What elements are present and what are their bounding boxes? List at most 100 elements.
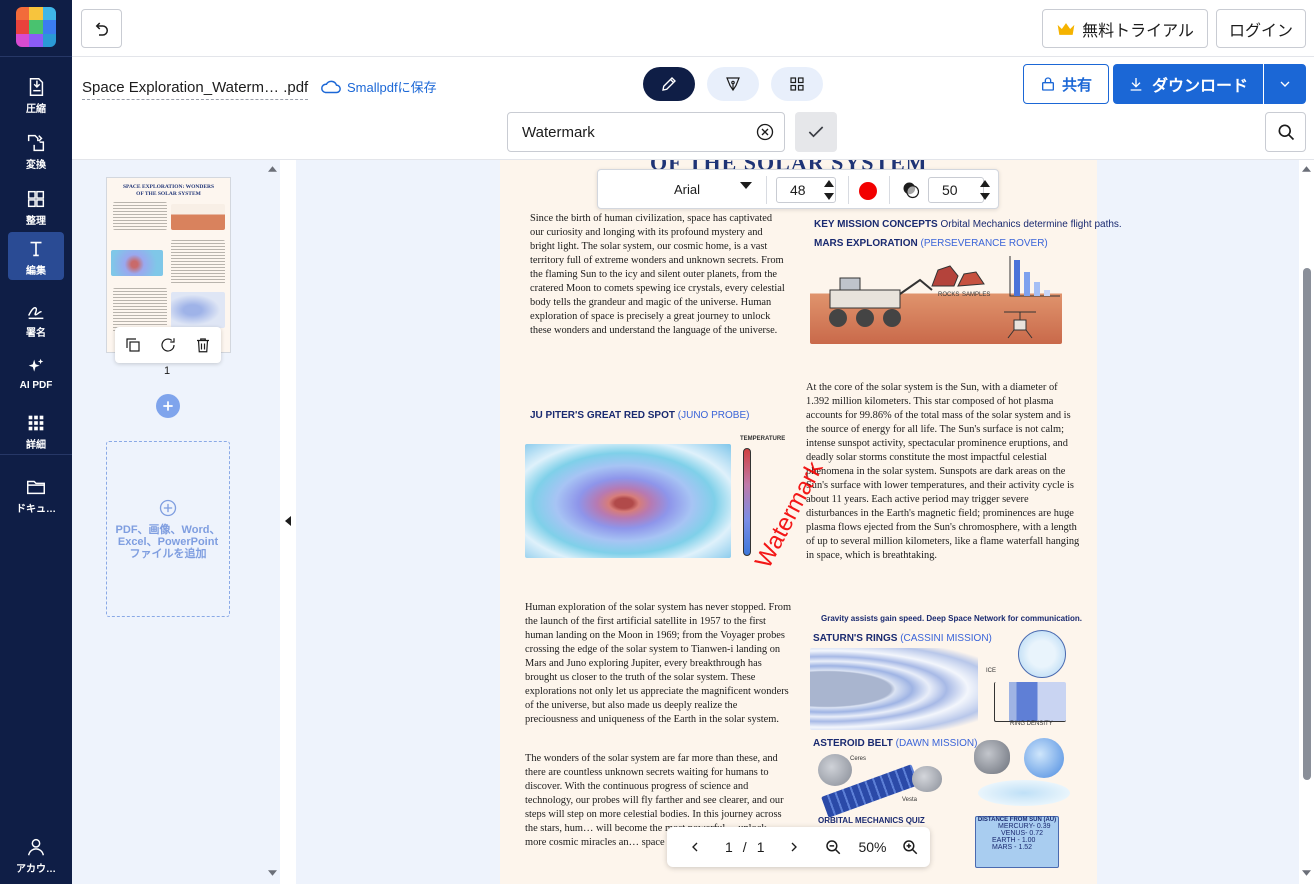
zoom-level[interactable]: 50% xyxy=(858,839,886,855)
nav-item-more[interactable]: 詳細 xyxy=(8,406,64,454)
add-page-button[interactable] xyxy=(156,394,180,418)
nav-item-edit[interactable]: 編集 xyxy=(8,232,64,280)
trash-icon[interactable] xyxy=(194,336,212,354)
collapse-left-icon xyxy=(285,516,291,526)
heading-saturn-text: SATURN'S RINGS xyxy=(813,633,898,644)
page-navigator: 1 / 1 50% xyxy=(667,827,930,867)
rail-divider xyxy=(0,454,72,455)
duplicate-icon[interactable] xyxy=(124,336,142,354)
chevron-left-icon[interactable] xyxy=(687,839,703,855)
confirm-watermark-button[interactable] xyxy=(795,112,837,152)
caret-down-icon[interactable] xyxy=(740,182,752,190)
size-stepper-icon[interactable] xyxy=(824,179,834,201)
share-button[interactable]: 共有 xyxy=(1023,64,1109,104)
current-page[interactable]: 1 xyxy=(725,839,733,855)
edit-icon xyxy=(30,241,42,257)
download-button[interactable]: ダウンロード xyxy=(1113,64,1263,104)
zoom-out-icon[interactable] xyxy=(824,838,842,856)
distance-table: DISTANCE FROM SUN (AU) MERCURY- 0.39 VEN… xyxy=(975,816,1059,868)
rail-divider xyxy=(0,56,72,57)
ice-particles-illustration xyxy=(1018,630,1066,678)
scroll-up-icon[interactable] xyxy=(1302,166,1311,172)
thumbnail-scrollbar[interactable] xyxy=(265,160,280,884)
doc-heading: ASTEROID BELT (DAWN MISSION) xyxy=(813,738,977,749)
free-trial-button[interactable]: 無料トライアル xyxy=(1042,9,1208,48)
scrollbar-thumb[interactable] xyxy=(1303,268,1311,780)
color-swatch[interactable] xyxy=(859,182,877,200)
heading-mars-sub: (PERSEVERANCE ROVER) xyxy=(920,238,1048,249)
nav-item-convert[interactable]: 変換 xyxy=(8,126,64,174)
nav-item-account[interactable]: アカウ… xyxy=(8,830,64,878)
thumbnail-image-jupiter xyxy=(111,250,163,276)
clear-input-icon[interactable] xyxy=(756,123,774,141)
viewer-scrollbar[interactable] xyxy=(1299,160,1314,884)
saturn-rings-illustration xyxy=(810,648,978,730)
rover-icon xyxy=(829,277,933,327)
search-icon xyxy=(1278,124,1294,141)
app-logo[interactable] xyxy=(16,7,56,47)
vesta-illustration xyxy=(912,766,942,792)
panel-collapse-handle[interactable] xyxy=(280,160,296,884)
ceres-label: Ceres xyxy=(850,756,867,762)
doc-paragraph: Since the birth of human civilization, s… xyxy=(530,213,785,336)
sign-mode-button[interactable] xyxy=(707,67,759,101)
nav-label: 圧縮 xyxy=(26,104,46,115)
zoom-in-icon[interactable] xyxy=(901,838,919,856)
scroll-down-icon[interactable] xyxy=(1302,870,1311,876)
toolbar-divider xyxy=(848,176,849,204)
jupiter-red-spot-illustration xyxy=(525,444,731,558)
folder-icon xyxy=(27,480,45,495)
doc-heading: KEY MISSION CONCEPTS Orbital Mechanics d… xyxy=(814,219,1122,230)
rotate-icon[interactable] xyxy=(159,336,177,354)
nav-label: 編集 xyxy=(26,266,46,277)
opacity-input[interactable]: 50 xyxy=(928,177,984,203)
scroll-down-icon[interactable] xyxy=(268,870,277,876)
nav-item-compress[interactable]: 圧縮 xyxy=(8,70,64,118)
watermark-text-input[interactable] xyxy=(507,112,785,152)
grid-icon xyxy=(790,77,804,91)
nav-item-organize[interactable]: 整理 xyxy=(8,182,64,230)
doc-heading: SATURN'S RINGS (CASSINI MISSION) xyxy=(813,633,992,644)
edit-mode-button[interactable] xyxy=(643,67,695,101)
heading-saturn-sub: (CASSINI MISSION) xyxy=(900,633,992,644)
search-button[interactable] xyxy=(1265,112,1306,152)
nav-item-ai-pdf[interactable]: AI PDF xyxy=(8,350,64,398)
plus-icon xyxy=(163,401,173,411)
page-number-label: 1 xyxy=(164,365,171,377)
nav-label: 変換 xyxy=(26,160,46,171)
opacity-stepper-icon[interactable] xyxy=(980,179,990,201)
grid-mode-button[interactable] xyxy=(771,67,823,101)
thumbnail-image-mars xyxy=(171,204,225,230)
ring-density-chart-illustration xyxy=(994,682,1066,722)
login-button[interactable]: ログイン xyxy=(1216,9,1306,48)
file-name[interactable]: Space Exploration_Waterm… .pdf xyxy=(82,79,309,100)
temperature-label: TEMPERATURE xyxy=(740,436,786,442)
nav-item-documents[interactable]: ドキュ… xyxy=(8,470,64,518)
chevron-right-icon[interactable] xyxy=(786,839,802,855)
free-trial-label: 無料トライアル xyxy=(1082,22,1194,40)
nav-label: ドキュ… xyxy=(16,504,56,515)
convert-icon xyxy=(27,134,45,152)
asteroid-illustration xyxy=(974,740,1010,774)
temperature-gauge xyxy=(743,448,751,556)
undo-icon xyxy=(95,21,108,36)
thumbnail-toolbar xyxy=(115,327,221,363)
ceres-illustration xyxy=(818,754,852,786)
organize-icon xyxy=(27,190,45,208)
thumbnail-text-block xyxy=(113,288,167,332)
scroll-up-icon[interactable] xyxy=(268,166,277,172)
download-options-button[interactable] xyxy=(1264,64,1306,104)
share-label: 共有 xyxy=(1061,76,1092,94)
distance-row: MARS - 1.52 xyxy=(992,844,1033,851)
doc-paragraph: Human exploration of the solar system ha… xyxy=(525,602,792,725)
undo-button[interactable] xyxy=(81,9,122,48)
pdf-page[interactable]: OF THE SOLAR SYSTEM Since the birth of h… xyxy=(500,160,1122,884)
nav-label: アカウ… xyxy=(16,864,56,875)
add-files-label: PDF、画像、Word、Excel、PowerPointファイルを追加 xyxy=(115,524,221,560)
nav-item-sign[interactable]: 署名 xyxy=(8,294,64,342)
save-to-smallpdf-link[interactable]: Smallpdfに保存 xyxy=(320,77,437,96)
save-label: Smallpdfに保存 xyxy=(347,80,437,95)
add-files-dropzone[interactable]: PDF、画像、Word、Excel、PowerPointファイルを追加 xyxy=(106,441,230,617)
cloud-icon xyxy=(321,80,341,93)
watermark-format-toolbar: Arial 48 50 xyxy=(597,169,999,209)
